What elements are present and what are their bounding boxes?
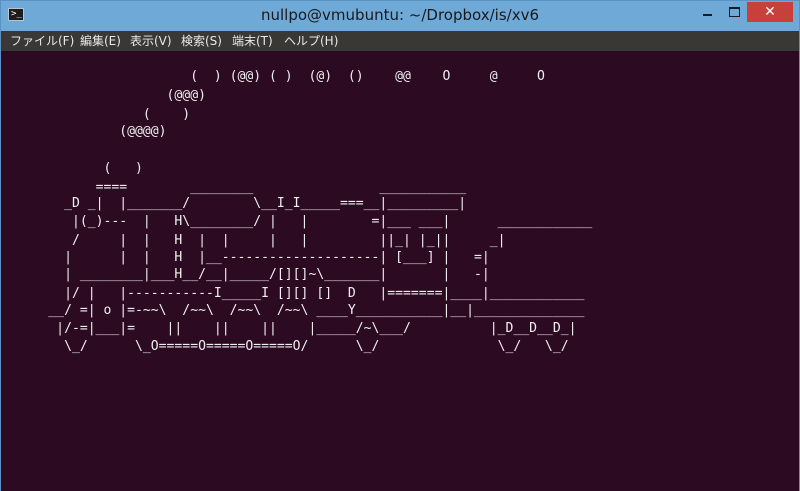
terminal-line: |(_)--- | H\________/ | | =|___ ___| ___… — [1, 214, 593, 229]
menu-edit[interactable]: 編集(E) — [80, 33, 121, 49]
menu-bar: ファイル(F) 編集(E) 表示(V) 検索(S) 端末(T) ヘルプ(H) — [1, 31, 799, 51]
terminal-output[interactable]: ( ) (@@) ( ) (@) () @@ O @ O (@@@) ( ) (… — [1, 51, 799, 491]
terminal-line: _D _| |_______/ \__I_I_____===__|_______… — [1, 196, 467, 211]
close-icon: ✕ — [764, 4, 776, 20]
terminal-line: (@@@@) — [1, 124, 167, 139]
terminal-line: ==== ________ ___________ — [1, 180, 467, 195]
terminal-line: | ________|___H__/__|_____/[][]~\_______… — [1, 267, 490, 282]
terminal-line: __/ =| o |=-~~\ /~~\ /~~\ /~~\ ____Y____… — [1, 303, 585, 318]
menu-terminal[interactable]: 端末(T) — [232, 33, 273, 49]
terminal-window: >_ nullpo@vmubuntu: ~/Dropbox/is/xv6 ✕ フ… — [0, 0, 800, 491]
maximize-button[interactable] — [721, 2, 747, 22]
close-button[interactable]: ✕ — [747, 2, 793, 22]
menu-search[interactable]: 検索(S) — [181, 33, 222, 49]
menu-view[interactable]: 表示(V) — [130, 33, 172, 49]
terminal-line: |/-=|___|= || || || |_____/~\___/ |_D__D… — [1, 321, 577, 336]
terminal-line: \_/ \_O=====O=====O=====O/ \_/ \_/ \_/ — [1, 339, 569, 354]
menu-file[interactable]: ファイル(F) — [10, 33, 74, 49]
terminal-line: ( ) (@@) ( ) (@) () @@ O @ O — [1, 69, 545, 84]
terminal-line: |/ | |-----------I_____I [][] [] D |====… — [1, 286, 585, 301]
minimize-button[interactable] — [694, 2, 721, 22]
window-title: nullpo@vmubuntu: ~/Dropbox/is/xv6 — [261, 6, 539, 24]
menu-help[interactable]: ヘルプ(H) — [284, 33, 338, 49]
terminal-line: (@@@) — [1, 88, 206, 103]
terminal-line: ( ) — [1, 161, 143, 176]
terminal-line: / | | H | | | | ||_| |_|| _| — [1, 233, 506, 248]
terminal-line: | | | H |__--------------------| [___] |… — [1, 250, 490, 265]
terminal-line: ( ) — [1, 107, 191, 122]
title-bar[interactable]: >_ nullpo@vmubuntu: ~/Dropbox/is/xv6 ✕ — [1, 1, 799, 31]
